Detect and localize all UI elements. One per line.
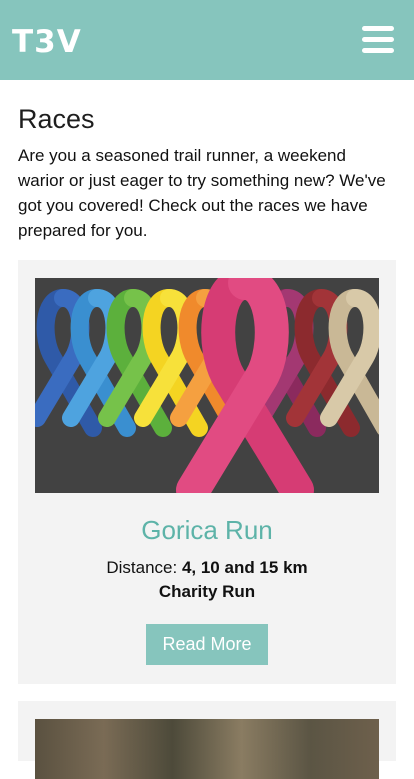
intro-paragraph: Are you a seasoned trail runner, a weeke… <box>18 146 386 240</box>
awareness-ribbons-image <box>35 278 379 493</box>
read-more-button[interactable]: Read More <box>146 624 268 665</box>
menu-bar-bottom <box>362 48 394 53</box>
site-logo[interactable]: T3V <box>12 22 82 62</box>
menu-bar-top <box>362 26 394 31</box>
page-title: Races <box>18 104 95 134</box>
race-image <box>35 719 379 779</box>
top-header: T3V <box>0 0 414 80</box>
distance-label: Distance: <box>106 558 182 577</box>
race-card: Gorica Run Distance: 4, 10 and 15 km Cha… <box>18 260 396 684</box>
race-type: Charity Run <box>158 582 256 601</box>
menu-bar-middle <box>362 37 394 42</box>
race-image <box>35 278 379 493</box>
race-distance: Distance: 4, 10 and 15 km <box>18 557 396 579</box>
race-title[interactable]: Gorica Run <box>18 513 396 547</box>
distance-value: 4, 10 and 15 km <box>181 558 308 577</box>
hamburger-menu-icon[interactable] <box>362 26 394 54</box>
race-card <box>18 701 396 779</box>
